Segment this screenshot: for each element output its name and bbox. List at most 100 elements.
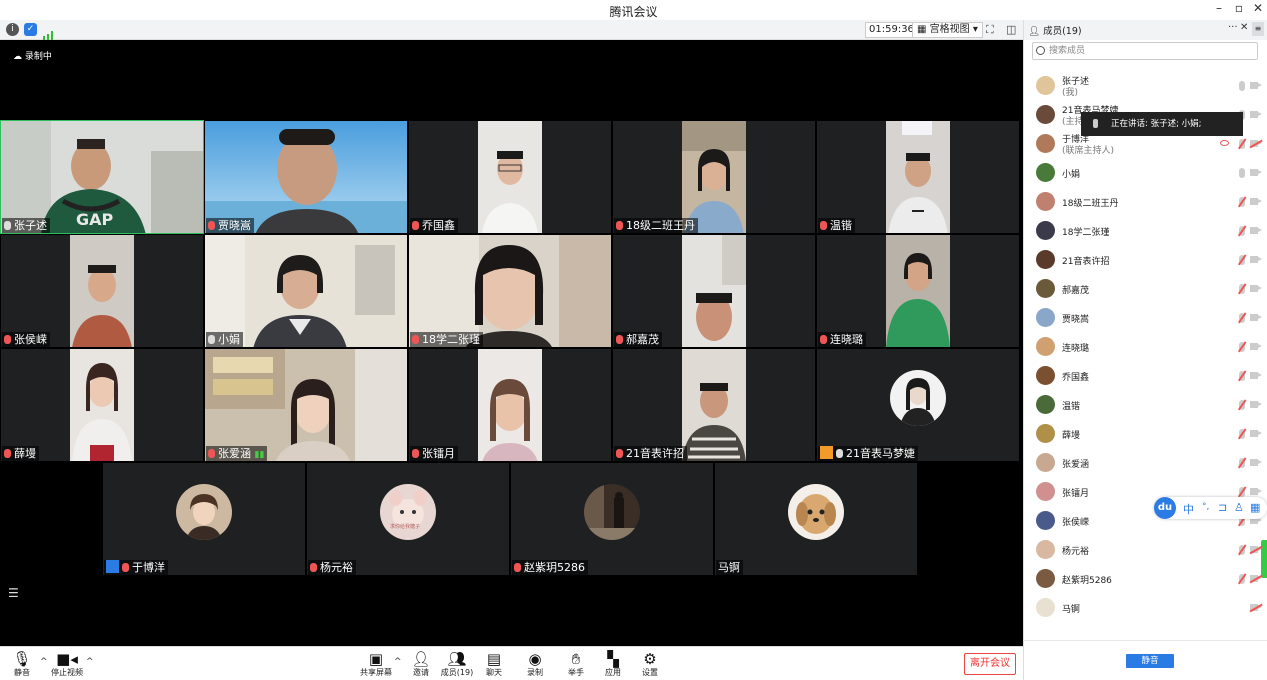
camera-icon[interactable] xyxy=(1250,169,1262,176)
microphone-muted-icon[interactable] xyxy=(1239,458,1245,468)
pop-out-icon[interactable]: ≡ xyxy=(1252,22,1264,36)
camera-icon[interactable] xyxy=(1250,401,1262,408)
fullscreen-icon[interactable]: ⛶ xyxy=(986,23,994,37)
shield-icon[interactable]: ✓ xyxy=(24,23,37,36)
camera-off-icon[interactable] xyxy=(1250,575,1262,582)
video-tile[interactable]: 郝嘉茂 xyxy=(612,234,816,348)
video-tile[interactable]: 18级二班王丹 xyxy=(612,120,816,234)
camera-icon[interactable] xyxy=(1250,198,1262,205)
video-tile[interactable]: 贾晓嵩 xyxy=(204,120,408,234)
camera-icon[interactable] xyxy=(1250,430,1262,437)
camera-icon[interactable] xyxy=(1250,343,1262,350)
member-row[interactable]: 张爱涵 xyxy=(1024,449,1267,478)
camera-icon[interactable] xyxy=(1250,227,1262,234)
video-tile[interactable]: 乔国鑫 xyxy=(408,120,612,234)
member-row[interactable]: 郝嘉茂 xyxy=(1024,275,1267,304)
share-screen-button[interactable]: ▣ 共享屏幕 xyxy=(356,650,396,678)
mute-button[interactable]: 🎙︎ 静音 xyxy=(2,650,42,678)
invite-button[interactable]: 👤︎ 邀请 xyxy=(401,650,441,678)
chat-button[interactable]: ▤ 聊天 xyxy=(474,650,514,678)
close-button[interactable]: ✕ xyxy=(1250,1,1266,15)
video-tile[interactable]: 求你给我糖子 杨元裕 xyxy=(306,462,510,576)
leave-meeting-button[interactable]: 离开会议 xyxy=(964,653,1016,675)
member-row[interactable]: 温锴 xyxy=(1024,391,1267,420)
close-panel-icon[interactable]: ✕ xyxy=(1240,22,1248,33)
ime-language-toggle[interactable]: 中 xyxy=(1183,501,1194,517)
member-row[interactable]: 乔国鑫 xyxy=(1024,362,1267,391)
camera-icon[interactable] xyxy=(1250,285,1262,292)
video-tile[interactable]: 于博洋 xyxy=(102,462,306,576)
member-row[interactable]: 21音表许招 xyxy=(1024,246,1267,275)
video-tile[interactable]: 小娟 xyxy=(204,234,408,348)
microphone-muted-icon[interactable] xyxy=(1239,429,1245,439)
member-row[interactable]: 马锕 xyxy=(1024,594,1267,623)
member-row[interactable]: 张子述 (我) xyxy=(1024,72,1267,101)
microphone-icon[interactable] xyxy=(1239,81,1245,91)
ime-user-icon[interactable]: ♙ xyxy=(1234,501,1244,514)
ime-punctuation-toggle[interactable]: °, xyxy=(1202,502,1209,512)
camera-icon[interactable] xyxy=(1250,372,1262,379)
member-row[interactable]: 贾晓嵩 xyxy=(1024,304,1267,333)
ime-logo-icon[interactable]: du xyxy=(1154,497,1176,519)
info-icon[interactable]: i xyxy=(6,23,19,36)
video-tile[interactable]: 马锕 xyxy=(714,462,918,576)
video-tile[interactable]: 21音表许招 xyxy=(612,348,816,462)
member-row[interactable]: 18级二班王丹 xyxy=(1024,188,1267,217)
microphone-muted-icon[interactable] xyxy=(1239,255,1245,265)
raise-hand-button[interactable]: ✋︎ 举手 xyxy=(556,650,596,678)
member-row[interactable]: 连晓璐 xyxy=(1024,333,1267,362)
microphone-icon[interactable] xyxy=(1239,168,1245,178)
video-tile[interactable]: 温锴 xyxy=(816,120,1020,234)
video-tile[interactable]: 赵紫玥5286 xyxy=(510,462,714,576)
camera-off-icon[interactable] xyxy=(1250,604,1262,611)
members-button[interactable]: 👥︎ 成员(19) xyxy=(437,650,477,678)
mute-all-button[interactable]: 静音 xyxy=(1126,654,1174,668)
camera-icon[interactable] xyxy=(1250,82,1262,89)
more-options-icon[interactable]: ··· xyxy=(1228,22,1238,33)
microphone-muted-icon[interactable] xyxy=(1239,400,1245,410)
video-tile[interactable]: 张镭月 xyxy=(408,348,612,462)
minimize-button[interactable]: – xyxy=(1211,1,1227,15)
camera-off-icon[interactable] xyxy=(1250,546,1262,553)
microphone-muted-icon[interactable] xyxy=(1239,226,1245,236)
microphone-muted-icon[interactable] xyxy=(1239,139,1245,149)
microphone-muted-icon[interactable] xyxy=(1239,197,1245,207)
record-button[interactable]: ◉ 录制 xyxy=(515,650,555,678)
sidebar-toggle-icon[interactable]: ◫ xyxy=(1006,23,1016,36)
video-options-chevron-icon[interactable]: ^ xyxy=(86,657,94,667)
ime-toolbar[interactable]: du 中 °, ⊐ ♙ ▦ xyxy=(1154,497,1267,519)
member-search-input[interactable]: 搜索成员 xyxy=(1032,42,1258,60)
video-tile[interactable]: 21音表马梦婕 xyxy=(816,348,1020,462)
ime-grid-icon[interactable]: ▦ xyxy=(1250,501,1260,514)
microphone-muted-icon[interactable] xyxy=(1239,371,1245,381)
video-tile[interactable]: 张爱涵 ▮▮ xyxy=(204,348,408,462)
camera-icon[interactable] xyxy=(1250,256,1262,263)
camera-icon[interactable] xyxy=(1250,111,1262,118)
member-row[interactable]: 杨元裕 xyxy=(1024,536,1267,565)
microphone-muted-icon[interactable] xyxy=(1239,574,1245,584)
microphone-muted-icon[interactable] xyxy=(1239,545,1245,555)
microphone-muted-icon[interactable] xyxy=(1239,342,1245,352)
microphone-muted-icon[interactable] xyxy=(1239,313,1245,323)
video-tile[interactable]: 薛墁 xyxy=(0,348,204,462)
stop-video-button[interactable]: ■◂ 停止视频 xyxy=(47,650,87,678)
video-tile[interactable]: 连晓璐 xyxy=(816,234,1020,348)
member-row[interactable]: 小娟 xyxy=(1024,159,1267,188)
camera-icon[interactable] xyxy=(1250,459,1262,466)
grid-view-dropdown[interactable]: ▦ 宫格视图 ▾ xyxy=(912,22,983,38)
video-tile[interactable]: 18学二张瑾 xyxy=(408,234,612,348)
settings-button[interactable]: ⚙︎ 设置 xyxy=(630,650,670,678)
member-row[interactable]: 薛墁 xyxy=(1024,420,1267,449)
microphone-muted-icon[interactable] xyxy=(1239,487,1245,497)
microphone-muted-icon[interactable] xyxy=(1239,284,1245,294)
apps-button[interactable]: ▚ 应用 xyxy=(593,650,633,678)
video-tile[interactable]: 张侯嵘 xyxy=(0,234,204,348)
member-row[interactable]: 赵紫玥5286 xyxy=(1024,565,1267,594)
video-tile[interactable]: GAP 张子述 xyxy=(0,120,204,234)
visibility-icon[interactable] xyxy=(1220,140,1229,146)
camera-off-icon[interactable] xyxy=(1250,140,1262,147)
list-view-icon[interactable]: ☰ xyxy=(8,586,19,600)
camera-icon[interactable] xyxy=(1250,314,1262,321)
ime-skin-icon[interactable]: ⊐ xyxy=(1218,501,1227,514)
member-row[interactable]: 18学二张瑾 xyxy=(1024,217,1267,246)
